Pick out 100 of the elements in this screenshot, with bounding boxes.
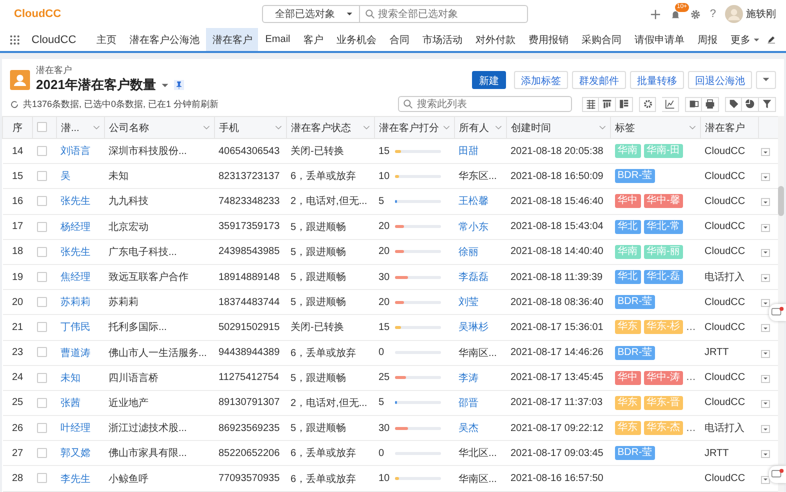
app-launcher-icon[interactable] <box>10 34 20 46</box>
lead-name-link[interactable]: 杨经理 <box>60 222 90 233</box>
column-header[interactable]: 手机 <box>219 120 239 134</box>
nav-tab[interactable]: Email <box>259 28 296 51</box>
row-checkbox[interactable] <box>36 473 46 484</box>
toolbar-button[interactable]: 群发邮件 <box>572 70 626 88</box>
settings-icon[interactable] <box>690 8 701 20</box>
toolbar-button[interactable]: 批量转移 <box>630 70 684 88</box>
list-search-field[interactable]: 搜索此列表 <box>398 96 572 112</box>
nav-tab[interactable]: 业务机会 <box>330 28 382 51</box>
owner-link[interactable]: 常小东 <box>458 222 488 233</box>
nav-tab[interactable]: 对外付款 <box>469 28 522 51</box>
lead-name-link[interactable]: 苏莉莉 <box>60 297 90 308</box>
row-checkbox[interactable] <box>36 246 46 257</box>
toolbar-button[interactable]: 回退公海池 <box>688 70 752 88</box>
owner-link[interactable]: 田甜 <box>458 146 478 158</box>
chevron-icon[interactable] <box>599 125 606 130</box>
pie-chart-button[interactable] <box>742 96 759 112</box>
row-checkbox[interactable] <box>36 146 46 156</box>
scrollbar[interactable] <box>778 116 784 492</box>
row-actions-button[interactable] <box>760 350 770 358</box>
chat-icon[interactable] <box>769 304 786 321</box>
select-all-checkbox[interactable] <box>37 122 47 132</box>
row-actions-button[interactable] <box>760 198 770 206</box>
nav-tab[interactable]: 采购合同 <box>575 28 628 51</box>
row-checkbox[interactable] <box>36 196 46 206</box>
lead-name-link[interactable]: 丁伟民 <box>60 322 90 334</box>
lead-name-link[interactable]: 未知 <box>60 372 80 384</box>
split-view-button[interactable] <box>616 96 633 112</box>
caret-icon[interactable] <box>160 82 169 88</box>
chevron-icon[interactable] <box>495 125 502 130</box>
chevron-icon[interactable] <box>203 125 210 130</box>
chart-button[interactable] <box>662 96 679 112</box>
row-checkbox[interactable] <box>36 297 46 308</box>
chevron-icon[interactable] <box>443 125 450 130</box>
row-checkbox[interactable] <box>36 398 46 408</box>
kanban-view-button[interactable] <box>599 96 616 112</box>
filter-button[interactable] <box>759 96 776 112</box>
print-button[interactable] <box>702 96 719 112</box>
lead-name-link[interactable]: 张茜 <box>60 398 80 409</box>
settings-button[interactable] <box>639 96 656 112</box>
nav-tab[interactable]: 请假申请单 <box>628 28 690 51</box>
row-actions-button[interactable] <box>760 224 770 232</box>
add-icon[interactable] <box>650 8 661 20</box>
toolbar-button[interactable]: 新建 <box>472 70 506 88</box>
lead-name-link[interactable]: 李先生 <box>60 474 90 485</box>
nav-tab[interactable]: 主页 <box>90 28 122 51</box>
chevron-icon[interactable] <box>689 125 696 130</box>
lead-name-link[interactable]: 张先生 <box>60 246 90 258</box>
lead-name-link[interactable]: 焦经理 <box>60 272 90 284</box>
owner-link[interactable]: 吴杰 <box>458 423 478 434</box>
owner-link[interactable]: 李磊磊 <box>458 272 488 284</box>
more-tab[interactable]: 更多 <box>724 28 766 51</box>
owner-link[interactable]: 李涛 <box>458 372 478 384</box>
lead-name-link[interactable]: 曹道涛 <box>60 348 90 359</box>
chevron-icon[interactable] <box>363 125 370 130</box>
row-checkbox[interactable] <box>36 171 46 182</box>
row-actions-button[interactable] <box>760 400 770 408</box>
chevron-icon[interactable] <box>275 125 282 130</box>
user-name[interactable]: 施轶刚 <box>746 7 776 21</box>
toolbar-button[interactable]: 添加标签 <box>514 70 568 88</box>
nav-tab[interactable]: 潜在客户 <box>206 28 258 51</box>
lead-name-link[interactable]: 吴 <box>60 171 70 182</box>
lead-name-link[interactable]: 刘语言 <box>60 146 90 158</box>
search-field[interactable]: 搜索全部已选对象 <box>360 5 528 23</box>
owner-link[interactable]: 王松馨 <box>458 196 488 208</box>
lead-name-link[interactable]: 郭又嫦 <box>60 448 90 460</box>
owner-link[interactable]: 邵晋 <box>458 398 478 409</box>
owner-link[interactable]: 刘莹 <box>458 297 478 308</box>
row-actions-button[interactable] <box>760 248 770 257</box>
tag-button[interactable] <box>725 96 742 112</box>
owner-link[interactable]: 吴琳杉 <box>458 322 488 334</box>
chevron-icon[interactable] <box>93 125 100 130</box>
nav-tab[interactable]: 周报 <box>691 28 724 51</box>
row-actions-button[interactable] <box>760 173 770 182</box>
column-header[interactable]: 标签 <box>615 120 635 134</box>
row-actions-button[interactable] <box>760 299 770 308</box>
row-checkbox[interactable] <box>36 347 46 358</box>
scope-dropdown[interactable]: 全部已选对象 <box>262 5 360 23</box>
bell-icon[interactable] <box>670 8 681 20</box>
help-icon[interactable]: ? <box>710 8 716 20</box>
row-checkbox[interactable] <box>36 423 46 434</box>
pin-icon[interactable] <box>174 80 184 90</box>
row-actions-button[interactable] <box>760 148 770 156</box>
chat-icon[interactable] <box>769 466 786 483</box>
more-actions-button[interactable] <box>756 70 776 88</box>
row-checkbox[interactable] <box>36 222 46 232</box>
lead-name-link[interactable]: 张先生 <box>60 196 90 208</box>
refresh-icon[interactable] <box>10 100 19 108</box>
row-actions-button[interactable] <box>760 324 770 332</box>
table-view-button[interactable] <box>582 96 599 112</box>
row-checkbox[interactable] <box>36 272 46 282</box>
row-checkbox[interactable] <box>36 322 46 332</box>
row-actions-button[interactable] <box>760 450 770 458</box>
row-checkbox[interactable] <box>36 372 46 383</box>
row-actions-button[interactable] <box>760 374 770 383</box>
pencil-icon[interactable] <box>767 34 776 45</box>
row-actions-button[interactable] <box>760 425 770 434</box>
export-button[interactable] <box>685 96 702 112</box>
row-actions-button[interactable] <box>760 274 770 282</box>
